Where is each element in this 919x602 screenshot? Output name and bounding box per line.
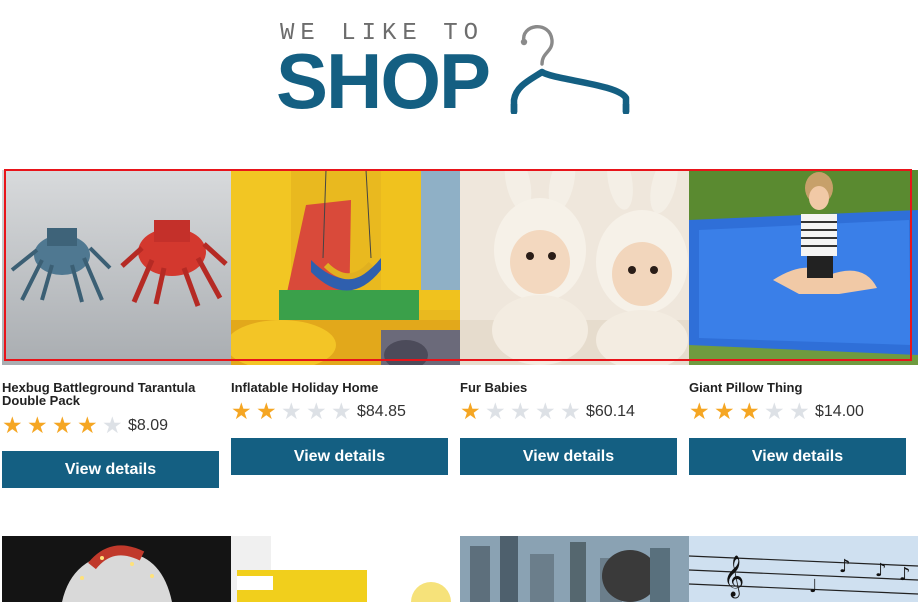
view-details-button[interactable]: View details	[2, 451, 219, 488]
star-empty-icon: ★	[331, 398, 352, 425]
star-filled-icon: ★	[460, 398, 481, 425]
star-empty-icon: ★	[535, 398, 556, 425]
star-filled-icon: ★	[231, 398, 252, 425]
product-price: $14.00	[815, 403, 864, 420]
star-empty-icon: ★	[510, 398, 531, 425]
music-notes-wire-image[interactable]: 𝄞 ♪ ♪ ♪ ♩	[689, 536, 918, 602]
star-filled-icon: ★	[714, 398, 735, 425]
star-empty-icon: ★	[281, 398, 302, 425]
city-skyline-image[interactable]	[460, 536, 689, 602]
star-filled-icon: ★	[52, 412, 73, 439]
babies-in-bunny-suits-image[interactable]	[460, 170, 689, 365]
product-title[interactable]: Hexbug Battleground Tarantula Double Pac…	[2, 381, 218, 407]
star-filled-icon: ★	[739, 398, 760, 425]
ridleys-box-image[interactable]	[231, 536, 460, 602]
star-filled-icon: ★	[2, 412, 23, 439]
view-details-button[interactable]: View details	[231, 438, 448, 475]
product-rating: ★ ★ ★ ★ ★ $60.14	[460, 399, 635, 425]
robot-spiders-image[interactable]	[2, 170, 231, 365]
svg-text:♪: ♪	[899, 564, 911, 585]
product-title[interactable]: Inflatable Holiday Home	[231, 381, 447, 394]
product-title[interactable]: Fur Babies	[460, 381, 676, 394]
star-empty-icon: ★	[560, 398, 581, 425]
star-empty-icon: ★	[102, 412, 123, 439]
site-logo[interactable]: WE LIKE TO SHOP	[276, 18, 638, 125]
star-empty-icon: ★	[485, 398, 506, 425]
svg-text:♪: ♪	[839, 556, 851, 577]
product-rating: ★ ★ ★ ★ ★ $84.85	[231, 399, 406, 425]
view-details-button[interactable]: View details	[689, 438, 906, 475]
star-empty-icon: ★	[764, 398, 785, 425]
star-filled-icon: ★	[77, 412, 98, 439]
star-filled-icon: ★	[256, 398, 277, 425]
product-price: $8.09	[128, 417, 169, 434]
view-details-button[interactable]: View details	[460, 438, 677, 475]
product-rating: ★ ★ ★ ★ ★ $14.00	[689, 399, 864, 425]
product-price: $84.85	[357, 403, 406, 420]
bouncy-castle-image[interactable]	[231, 170, 460, 365]
svg-text:♩: ♩	[809, 576, 818, 597]
svg-text:𝄞: 𝄞	[723, 555, 744, 598]
star-empty-icon: ★	[789, 398, 810, 425]
svg-text:♪: ♪	[875, 560, 887, 581]
star-empty-icon: ★	[306, 398, 327, 425]
hanger-icon	[510, 24, 630, 114]
product-rating: ★ ★ ★ ★ ★ $8.09	[2, 413, 168, 439]
star-filled-icon: ★	[689, 398, 710, 425]
giant-blue-pillow-image[interactable]	[689, 170, 918, 365]
santa-hat-image[interactable]	[2, 536, 231, 602]
product-title[interactable]: Giant Pillow Thing	[689, 381, 905, 394]
star-filled-icon: ★	[27, 412, 48, 439]
product-price: $60.14	[586, 403, 635, 420]
product-grid-row-2: 𝄞 ♪ ♪ ♪ ♩	[2, 536, 919, 602]
logo-wordmark: SHOP	[276, 37, 491, 125]
